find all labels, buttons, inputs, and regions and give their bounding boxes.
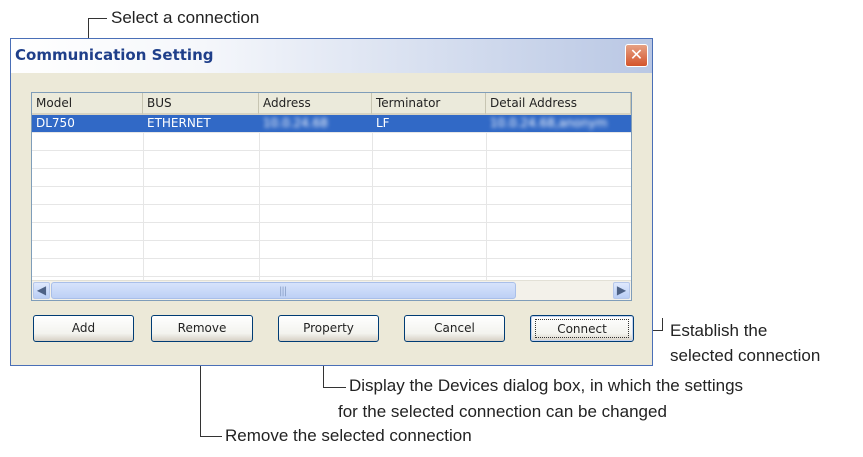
- column-header-terminator[interactable]: Terminator: [372, 93, 486, 115]
- remove-button[interactable]: Remove: [151, 315, 253, 342]
- scroll-right-icon[interactable]: ▶: [613, 282, 630, 299]
- scroll-left-icon[interactable]: ◀: [33, 282, 50, 299]
- table-row-empty[interactable]: [32, 241, 631, 259]
- cell-terminator: LF: [376, 116, 390, 130]
- close-icon[interactable]: ✕: [625, 44, 648, 67]
- table-row-empty[interactable]: [32, 205, 631, 223]
- cell-address: 10.0.24.68: [263, 116, 328, 130]
- establish-annotation-line1: Establish the: [670, 321, 768, 340]
- cell-bus: ETHERNET: [147, 116, 211, 130]
- table-row-empty[interactable]: [32, 133, 631, 151]
- connect-button-label: Connect: [535, 319, 629, 338]
- communication-setting-dialog: Communication Setting ✕ Model BUS Addres…: [10, 38, 653, 366]
- scroll-grip: |||: [279, 286, 287, 297]
- column-header-detail-address[interactable]: Detail Address: [486, 93, 631, 115]
- table-row-selected[interactable]: DL750 ETHERNET 10.0.24.68 LF 10.0.24.68,…: [32, 115, 631, 133]
- cancel-button[interactable]: Cancel: [404, 315, 505, 342]
- table-row-empty[interactable]: [32, 259, 631, 277]
- horizontal-scrollbar[interactable]: ◀ ||| ▶: [32, 280, 631, 300]
- add-button[interactable]: Add: [33, 315, 134, 342]
- select-connection-annotation: Select a connection: [111, 8, 260, 27]
- window-title: Communication Setting: [15, 46, 214, 64]
- property-button[interactable]: Property: [278, 315, 379, 342]
- connection-list[interactable]: Model BUS Address Terminator Detail Addr…: [31, 92, 632, 301]
- display-callout-hline: [323, 387, 346, 388]
- table-row-empty[interactable]: [32, 187, 631, 205]
- establish-annotation-line2: selected connection: [670, 346, 821, 365]
- column-header-bus[interactable]: BUS: [143, 93, 259, 115]
- table-row-empty[interactable]: [32, 169, 631, 187]
- cell-detail-address: 10.0.24.68,anonym: [490, 116, 608, 130]
- establish-callout-vline: [662, 318, 663, 331]
- display-devices-annotation-line1: Display the Devices dialog box, in which…: [349, 376, 744, 395]
- remove-callout-hline: [200, 436, 222, 437]
- display-devices-annotation-line2: for the selected connection can be chang…: [338, 402, 667, 421]
- table-row-empty[interactable]: [32, 151, 631, 169]
- column-header-address[interactable]: Address: [259, 93, 372, 115]
- remove-annotation: Remove the selected connection: [225, 426, 472, 445]
- cell-model: DL750: [36, 116, 75, 130]
- connect-button[interactable]: Connect: [530, 315, 634, 342]
- table-row-empty[interactable]: [32, 223, 631, 241]
- select-callout-hline: [88, 18, 107, 19]
- title-bar[interactable]: Communication Setting ✕: [11, 39, 652, 73]
- column-header-model[interactable]: Model: [32, 93, 143, 115]
- scroll-thumb[interactable]: |||: [51, 282, 516, 299]
